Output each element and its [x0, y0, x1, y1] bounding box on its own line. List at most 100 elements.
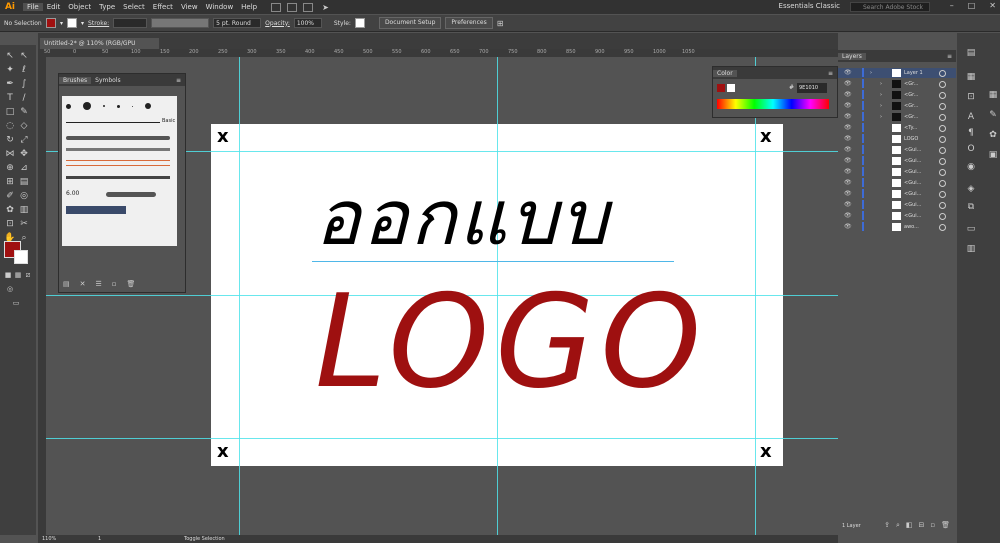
menu-window[interactable]: Window: [202, 3, 238, 11]
visibility-eye-icon[interactable]: 👁: [844, 101, 852, 111]
new-sublayer-icon[interactable]: ⊟: [918, 521, 924, 530]
fill-swatch[interactable]: [46, 18, 56, 28]
basic-brush-stroke[interactable]: [66, 122, 160, 123]
image-trace-icon[interactable]: ⊡: [965, 91, 977, 103]
perspective-grid-icon[interactable]: ⊿: [18, 162, 30, 174]
panel-menu-icon[interactable]: ≡: [176, 77, 181, 84]
sublayer-row[interactable]: 👁 › <Gr...: [838, 112, 956, 122]
chevron-down-icon[interactable]: ▾: [81, 20, 84, 27]
target-circle-icon[interactable]: [939, 136, 946, 143]
sublayer-row[interactable]: 👁 awo...: [838, 222, 956, 232]
tab-brushes[interactable]: Brushes: [59, 76, 92, 84]
charcoal-brush[interactable]: [66, 136, 170, 140]
preferences-button[interactable]: Preferences: [445, 17, 493, 29]
arrow-brush[interactable]: [66, 160, 170, 166]
corner-mark[interactable]: x: [217, 128, 229, 146]
menu-edit[interactable]: Edit: [43, 3, 65, 11]
width-tool-icon[interactable]: ⋈: [4, 148, 16, 160]
visibility-eye-icon[interactable]: 👁: [844, 68, 852, 78]
eraser-icon[interactable]: ◇: [18, 120, 30, 132]
direct-selection-tool-icon[interactable]: ↖: [18, 50, 30, 62]
new-layer-icon[interactable]: ▫: [930, 521, 935, 530]
visibility-eye-icon[interactable]: 👁: [844, 90, 852, 100]
minimize-button[interactable]: –: [950, 1, 954, 10]
white-chip[interactable]: [727, 84, 735, 92]
visibility-eye-icon[interactable]: 👁: [844, 134, 852, 144]
corner-mark[interactable]: x: [760, 128, 772, 146]
curvature-tool-icon[interactable]: ∫: [18, 78, 30, 90]
sublayer-row[interactable]: 👁 <Gui...: [838, 211, 956, 221]
fill-color-chip[interactable]: [717, 84, 725, 92]
slice-tool-icon[interactable]: ✂: [18, 218, 30, 230]
logo-text[interactable]: LOGO: [315, 268, 707, 418]
panel-menu-icon[interactable]: ≡: [947, 53, 952, 60]
collect-export-icon[interactable]: ⇪: [884, 521, 890, 530]
symbols-dock-icon[interactable]: ✿: [987, 129, 999, 141]
expand-chevron-icon[interactable]: ›: [880, 90, 882, 100]
none-mode-icon[interactable]: ⧄: [22, 269, 34, 281]
sublayer-row[interactable]: 👁 › <Gr...: [838, 79, 956, 89]
expand-chevron-icon[interactable]: ›: [880, 79, 882, 89]
shape-builder-icon[interactable]: ⊕: [4, 162, 16, 174]
properties-icon[interactable]: ▤: [965, 47, 977, 59]
close-button[interactable]: ✕: [989, 1, 996, 10]
chevron-down-icon[interactable]: ▾: [60, 20, 63, 27]
shaper-tool-icon[interactable]: ◌: [4, 120, 16, 132]
document-tab[interactable]: Untitled-2* @ 110% (RGB/GPU Preview): [40, 38, 159, 58]
brush-dot[interactable]: [66, 103, 71, 109]
visibility-eye-icon[interactable]: 👁: [844, 145, 852, 155]
zoom-level[interactable]: 110%: [42, 536, 56, 542]
target-circle-icon[interactable]: [939, 70, 946, 77]
sublayer-row[interactable]: 👁 › <Gr...: [838, 90, 956, 100]
blend-tool-icon[interactable]: ◎: [18, 190, 30, 202]
pen-tool-icon[interactable]: ✒: [4, 78, 16, 90]
sublayer-row[interactable]: 👁 <Gui...: [838, 167, 956, 177]
menu-file[interactable]: File: [23, 3, 43, 11]
brush-library-icon[interactable]: ▤: [63, 280, 70, 288]
target-circle-icon[interactable]: [939, 114, 946, 121]
appearance-icon[interactable]: ◉: [965, 161, 977, 173]
graphic-style-swatch[interactable]: [354, 18, 365, 28]
free-transform-icon[interactable]: ✥: [18, 148, 30, 160]
lasso-icon[interactable]: ℓ: [18, 64, 30, 76]
stroke-weight-field[interactable]: [113, 18, 148, 28]
chalk-brush[interactable]: [66, 148, 170, 151]
variable-width-profile[interactable]: [151, 18, 210, 28]
target-circle-icon[interactable]: [939, 158, 946, 165]
sublayer-row[interactable]: 👁 LOGO: [838, 134, 956, 144]
sublayer-row[interactable]: 👁 <Gui...: [838, 189, 956, 199]
layer-row[interactable]: 👁 › Layer 1: [838, 68, 956, 78]
visibility-eye-icon[interactable]: 👁: [844, 112, 852, 122]
column-graph-icon[interactable]: ▥: [18, 204, 30, 216]
target-circle-icon[interactable]: [939, 169, 946, 176]
send-icon[interactable]: ➤: [322, 3, 329, 12]
screen-mode-icon[interactable]: ▭: [10, 297, 22, 309]
stroke-label[interactable]: Stroke:: [88, 20, 109, 27]
clipping-mask-icon[interactable]: ◧: [906, 521, 913, 530]
thai-heading-text[interactable]: ออกแบบ: [315, 168, 610, 268]
scale-tool-icon[interactable]: ⤢: [18, 134, 30, 146]
visibility-eye-icon[interactable]: 👁: [844, 189, 852, 199]
vertical-ruler[interactable]: [38, 57, 46, 535]
panel-menu-icon[interactable]: ≡: [828, 70, 833, 77]
maximize-button[interactable]: □: [968, 1, 976, 10]
type-tool-icon[interactable]: T: [4, 92, 16, 104]
swatches-icon[interactable]: ▦: [987, 89, 999, 101]
brush-dot[interactable]: [132, 105, 133, 107]
expand-chevron-icon[interactable]: ›: [880, 101, 882, 111]
graphic-styles-icon[interactable]: ▣: [987, 149, 999, 161]
symbol-sprayer-icon[interactable]: ✿: [4, 204, 16, 216]
sublayer-row[interactable]: 👁 <Ty...: [838, 123, 956, 133]
brush-dot[interactable]: [83, 102, 91, 110]
sublayer-row[interactable]: 👁 <Gui...: [838, 200, 956, 210]
remove-brush-icon[interactable]: ✕: [80, 280, 86, 288]
character-icon[interactable]: A: [965, 111, 977, 123]
opacity-label[interactable]: Opacity:: [265, 20, 290, 27]
pattern-swatch[interactable]: [66, 206, 126, 214]
sublayer-row[interactable]: 👁 › <Gr...: [838, 101, 956, 111]
arrange-icon[interactable]: ⊞: [497, 19, 504, 28]
mesh-tool-icon[interactable]: ⊞: [4, 176, 16, 188]
target-circle-icon[interactable]: [939, 224, 946, 231]
line-tool-icon[interactable]: /: [18, 92, 30, 104]
artboard-tool-icon[interactable]: ⊡: [4, 218, 16, 230]
